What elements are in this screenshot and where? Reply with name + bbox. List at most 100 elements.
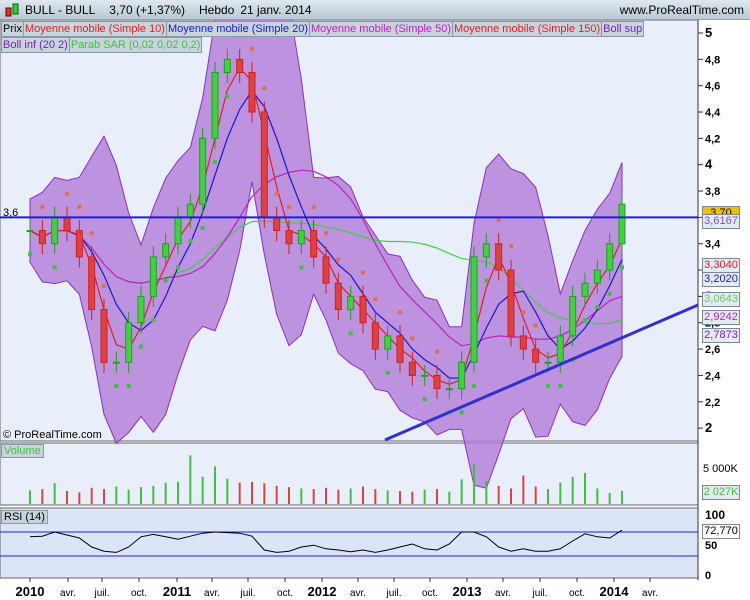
price-tick-label: 2,6 bbox=[705, 344, 720, 356]
sar-dot bbox=[385, 370, 390, 375]
legend-item[interactable]: Parab SAR (0,02 0,02 0,2) bbox=[68, 37, 203, 53]
price-tick-label: 2 bbox=[705, 420, 712, 435]
indicator-legend: Prix Moyenne mobile (Simple 10) Moyenne mo… bbox=[1, 21, 699, 53]
legend-item[interactable]: Boll sup bbox=[601, 21, 645, 37]
sar-dot bbox=[274, 191, 279, 196]
sar-dot bbox=[533, 323, 538, 328]
rsi-tick-label: 50 bbox=[705, 540, 717, 552]
price-tick-label: 4,8 bbox=[705, 54, 720, 66]
sar-dot bbox=[262, 86, 267, 91]
candle bbox=[507, 269, 515, 337]
sar-dot bbox=[607, 291, 612, 296]
sar-dot bbox=[200, 225, 205, 230]
candle bbox=[297, 230, 305, 245]
sar-dot bbox=[77, 204, 82, 209]
sar-dot bbox=[509, 244, 513, 249]
sar-dot bbox=[496, 218, 501, 223]
candle bbox=[371, 322, 379, 350]
price-tick-label: 2,4 bbox=[705, 370, 721, 382]
sar-dot bbox=[583, 318, 587, 323]
sar-dot bbox=[324, 231, 328, 236]
x-tick-label: 2010 bbox=[16, 584, 45, 599]
volume-label[interactable]: Volume bbox=[1, 444, 44, 458]
sar-dot bbox=[102, 283, 106, 288]
sar-dot bbox=[311, 204, 316, 209]
legend-item[interactable]: Moyenne mobile (Simple 50) bbox=[308, 21, 453, 37]
price-tick-label: 4,4 bbox=[705, 107, 721, 119]
legend-item[interactable]: Moyenne mobile (Simple 10) bbox=[22, 21, 167, 37]
date: 21 janv. 2014 bbox=[240, 2, 312, 17]
sar-dot bbox=[213, 160, 217, 165]
sar-dot bbox=[89, 231, 94, 236]
candle bbox=[384, 335, 392, 350]
x-tick-label: juil. bbox=[385, 588, 401, 599]
sar-dot bbox=[595, 304, 600, 309]
rsi-tick-label: 100 bbox=[705, 508, 725, 522]
price-tick-label: 5 bbox=[705, 25, 712, 40]
candle bbox=[248, 72, 256, 113]
candle bbox=[347, 295, 355, 311]
value-tag: 3,0643 bbox=[702, 292, 740, 307]
sar-dot bbox=[484, 278, 489, 283]
candle bbox=[322, 256, 330, 284]
candle bbox=[100, 309, 108, 363]
legend-item[interactable]: Moyenne mobile (Simple 150) bbox=[452, 21, 603, 37]
candle bbox=[458, 361, 466, 390]
sar-dot bbox=[126, 383, 131, 388]
candle bbox=[199, 137, 207, 205]
candle bbox=[63, 216, 71, 232]
sar-dot bbox=[65, 191, 69, 196]
x-tick-label: avr. bbox=[350, 588, 366, 599]
candle bbox=[174, 216, 182, 245]
price-tick-label: 3,8 bbox=[705, 186, 720, 198]
candle bbox=[581, 282, 589, 297]
price-tick-label: 2,2 bbox=[705, 397, 720, 409]
volume-last-tag: 2 027K bbox=[702, 485, 740, 500]
x-tick-label: avr. bbox=[495, 588, 511, 599]
price-tick-label: 3,4 bbox=[705, 239, 721, 251]
candle bbox=[137, 295, 145, 324]
sar-dot bbox=[410, 336, 415, 341]
sar-dot bbox=[361, 270, 365, 275]
candle bbox=[556, 335, 564, 363]
legend-item[interactable]: Boll inf (20 2) bbox=[1, 37, 70, 53]
candle bbox=[38, 230, 46, 245]
value-tag: 2,7873 bbox=[702, 328, 740, 343]
price-tick-label: 4,2 bbox=[705, 133, 720, 145]
sar-dot bbox=[188, 239, 193, 244]
candle bbox=[88, 256, 96, 311]
rsi-label[interactable]: RSI (14) bbox=[1, 510, 48, 524]
legend-item[interactable]: Prix bbox=[1, 21, 24, 37]
legend-item[interactable]: Moyenne mobile (Simple 20) bbox=[165, 21, 310, 37]
sar-dot bbox=[435, 349, 439, 354]
candle bbox=[593, 269, 601, 284]
x-tick-label: avr. bbox=[60, 588, 76, 599]
candle bbox=[569, 295, 577, 337]
candle bbox=[359, 295, 367, 324]
candle bbox=[112, 361, 120, 364]
value-tag: 3,3040 bbox=[702, 258, 740, 273]
value-tag: 3,6167 bbox=[702, 214, 740, 229]
chart-canvas[interactable]: 54,84,64,44,243,83,43,232,82,62,42,225 0… bbox=[0, 0, 750, 600]
candle bbox=[310, 230, 318, 258]
volume-tick-label: 5 000K bbox=[703, 463, 739, 475]
copyright: © ProRealTime.com bbox=[3, 429, 102, 441]
x-tick-label: juil. bbox=[531, 588, 547, 599]
candle bbox=[223, 58, 231, 74]
price-tick-label: 4,6 bbox=[705, 81, 720, 93]
sar-dot bbox=[139, 344, 143, 349]
candle bbox=[236, 58, 244, 74]
x-tick-label: juil. bbox=[93, 588, 109, 599]
candle bbox=[149, 256, 157, 297]
candle bbox=[532, 348, 540, 363]
candle bbox=[421, 374, 429, 377]
site-link[interactable]: www.ProRealTime.com bbox=[620, 3, 744, 17]
candle bbox=[495, 243, 503, 271]
sar-dot bbox=[398, 310, 402, 315]
candle bbox=[519, 335, 527, 350]
x-tick-label: juil. bbox=[239, 588, 255, 599]
period: Hebdo bbox=[198, 2, 235, 17]
candle bbox=[26, 230, 34, 233]
candle bbox=[211, 72, 219, 139]
x-tick-label: oct. bbox=[131, 588, 147, 599]
